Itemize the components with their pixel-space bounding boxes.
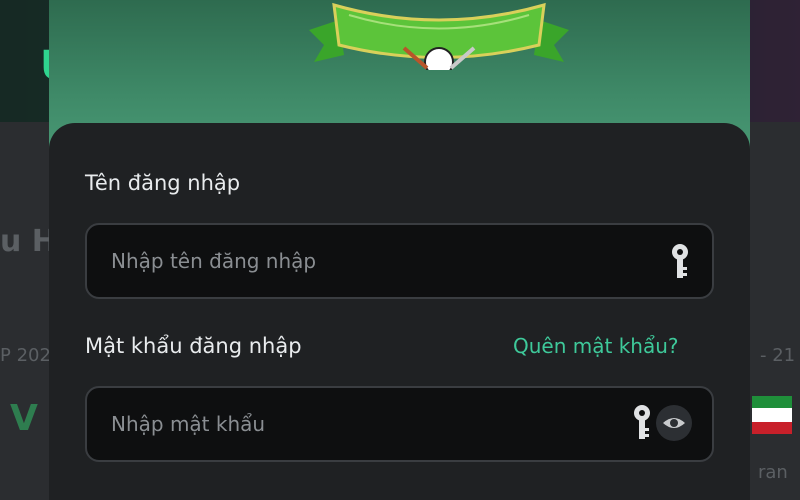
password-field[interactable]	[85, 386, 714, 462]
trophy-ribbon-icon	[309, 2, 569, 70]
background-date-partial: P 202	[0, 345, 51, 366]
key-icon	[634, 405, 650, 439]
eye-icon	[663, 418, 685, 428]
password-input[interactable]	[111, 388, 611, 460]
username-label: Tên đăng nhập	[85, 171, 241, 195]
password-label: Mật khẩu đăng nhập	[85, 334, 302, 358]
username-input[interactable]	[111, 225, 611, 297]
background-team-logo-partial: V	[10, 398, 38, 439]
key-icon	[672, 244, 688, 278]
username-field[interactable]	[85, 223, 714, 299]
background-team-name-partial: ran	[758, 462, 788, 483]
flag-icon	[752, 396, 792, 434]
forgot-password-link[interactable]: Quên mật khẩu?	[513, 334, 679, 358]
background-date-right-partial: - 21	[760, 345, 796, 366]
toggle-password-visibility-button[interactable]	[656, 405, 692, 441]
